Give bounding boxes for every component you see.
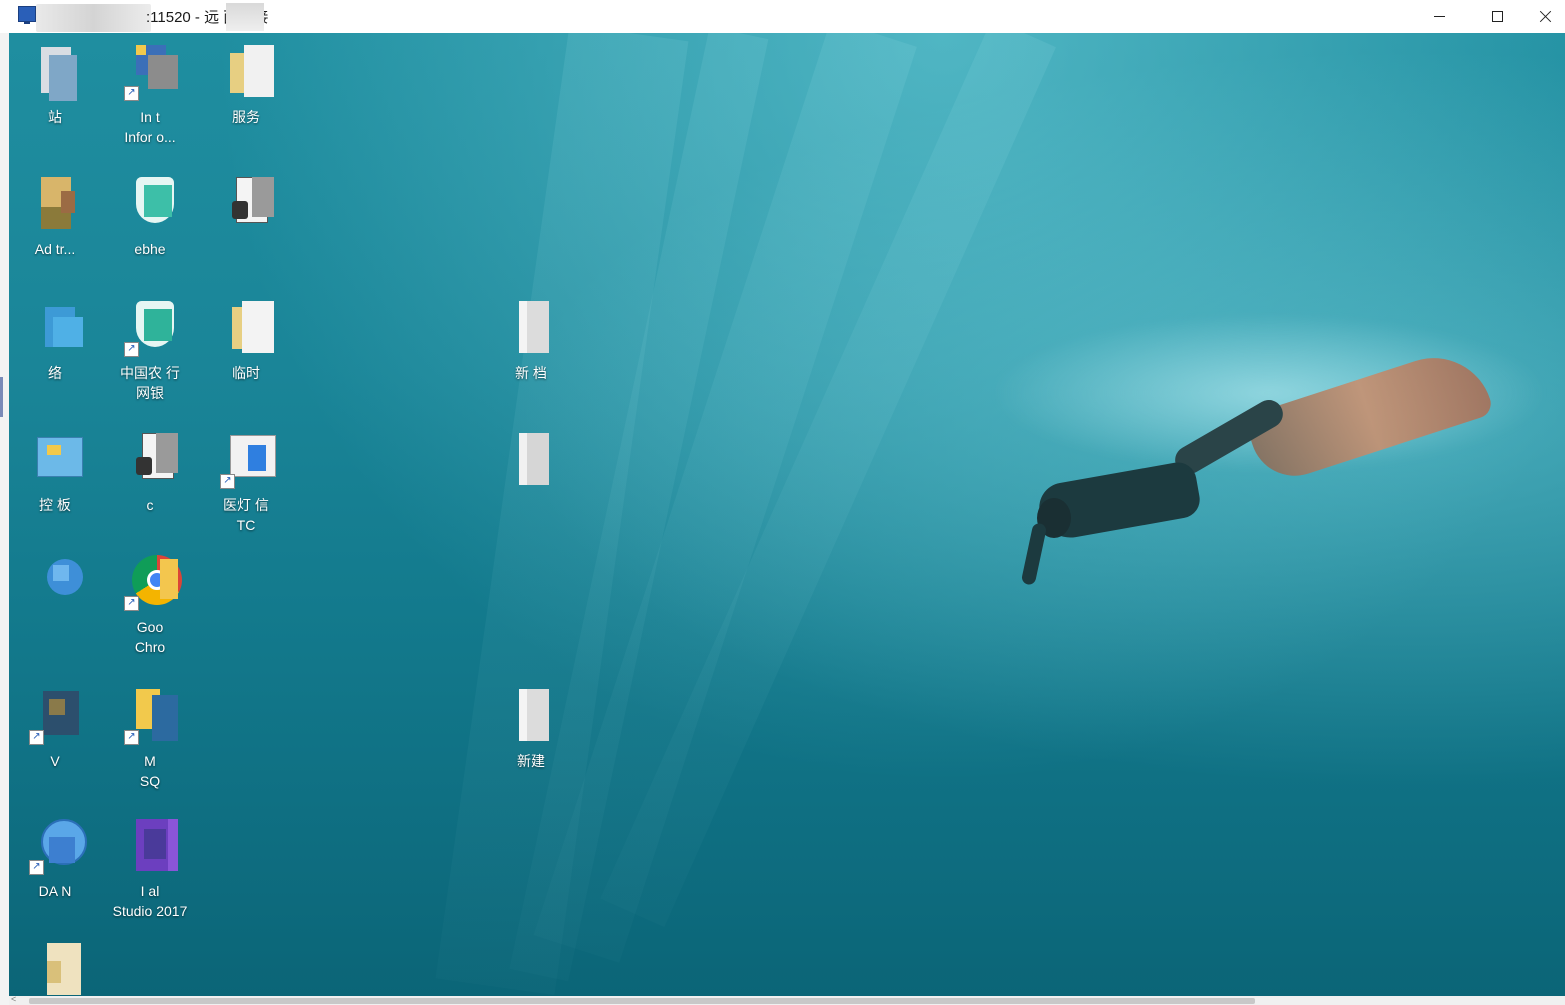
visual-studio-icon — [122, 815, 178, 875]
desktop-icon-label: I al Studio 2017 — [112, 883, 188, 919]
shortcut-arrow-icon: ↗ — [124, 86, 139, 101]
desktop-icon-label: 控 板 — [39, 497, 71, 513]
database-doc-icon — [122, 429, 178, 489]
desktop-icon-dawn[interactable]: ↗ DA N — [9, 815, 101, 901]
desktop-icon-iis-manager[interactable]: ↗ In t Infor o... — [104, 41, 196, 147]
desktop-icon-label: 站 — [48, 109, 62, 125]
desktop-icon-network-globe[interactable] — [9, 551, 101, 617]
folder-icon — [218, 297, 274, 357]
desktop-icon-label: M SQ — [139, 753, 161, 789]
user-folder-icon — [27, 939, 83, 996]
desktop-icon-new-document-2[interactable]: 新建 — [485, 685, 577, 771]
desktop-icon-service-folder[interactable]: 服务 — [200, 41, 292, 127]
recycle-bin-icon — [27, 41, 83, 101]
close-icon — [1539, 10, 1552, 23]
app-icon: ↗ — [27, 685, 83, 745]
desktop-icon-label: 中国农 行 网银 — [120, 365, 180, 401]
horizontal-scrollbar[interactable]: < — [9, 994, 1565, 1005]
desktop-icon-label: c — [146, 497, 154, 513]
network-icon — [27, 297, 83, 357]
shortcut-arrow-icon: ↗ — [29, 860, 44, 875]
maximize-button[interactable] — [1468, 0, 1526, 32]
shortcut-arrow-icon: ↗ — [29, 730, 44, 745]
database-doc-icon — [218, 173, 274, 233]
document-icon — [503, 429, 559, 489]
desktop-icon-label: 络 — [48, 365, 62, 381]
document-icon — [503, 297, 559, 357]
shield-app-icon — [122, 173, 178, 233]
remote-desktop-area[interactable]: 站 Ad tr... 络 控 板 ↗ V ↗ DA N ↗ In t Infor… — [9, 33, 1565, 996]
desktop-icon-ebhe[interactable]: ebhe — [104, 173, 196, 259]
desktop-icon-tc-app[interactable]: ↗ 医灯 信 TC — [200, 429, 292, 535]
document-icon — [503, 685, 559, 745]
window-title-bar[interactable]: :11520 - 远 面连接 — [0, 0, 1565, 34]
close-button[interactable] — [1526, 0, 1565, 32]
desktop-icon-temp-folder[interactable]: 临时 — [200, 297, 292, 383]
desktop-icon-label: V — [50, 753, 60, 769]
sql-server-icon: ↗ — [122, 685, 178, 745]
maximize-icon — [1491, 10, 1503, 22]
desktop-icon-document-2[interactable] — [485, 429, 577, 495]
desktop-icon-c-app[interactable]: c — [104, 429, 196, 515]
desktop-icon-control-panel[interactable]: 控 板 — [9, 429, 101, 515]
shortcut-arrow-icon: ↗ — [124, 730, 139, 745]
desktop-icon-network[interactable]: 络 — [9, 297, 101, 383]
app-window-icon: ↗ — [218, 429, 276, 489]
desktop-icon-v-app[interactable]: ↗ V — [9, 685, 101, 771]
desktop-icon-label: In t Infor o... — [124, 109, 176, 145]
desktop-icon-user-folder-2[interactable] — [9, 939, 101, 996]
scroll-left-arrow-icon[interactable]: < — [11, 994, 16, 1004]
desktop-icon-label: Goo Chro — [134, 619, 166, 655]
desktop-icon-recycle-bin[interactable]: 站 — [9, 41, 101, 127]
desktop-icon-google-chrome[interactable]: ↗ Goo Chro — [104, 551, 196, 657]
scrollbar-thumb[interactable] — [29, 998, 1255, 1004]
desktop-icon-label: ebhe — [134, 241, 166, 257]
desktop-icon-label: 服务 — [232, 109, 260, 125]
desktop-icon-abc-bank[interactable]: ↗ 中国农 行 网银 — [104, 297, 196, 403]
chrome-icon: ↗ — [122, 551, 182, 611]
frame-indicator — [0, 377, 3, 417]
desktop-icon-visual-studio[interactable]: I al Studio 2017 — [104, 815, 196, 921]
iis-manager-icon: ↗ — [122, 41, 178, 101]
desktop-icon-label: 新建 — [517, 753, 545, 769]
desktop-icon-label: 新 档 — [515, 365, 547, 381]
bank-shield-icon: ↗ — [122, 297, 178, 357]
desktop-icon-label: Ad tr... — [34, 241, 76, 257]
user-folder-icon — [27, 173, 83, 233]
minimize-icon — [1433, 15, 1445, 17]
globe-network-icon — [27, 551, 83, 611]
desktop-icon-label: 医灯 信 TC — [223, 497, 269, 533]
desktop-icon-sql-server[interactable]: ↗ M SQ — [104, 685, 196, 791]
shortcut-arrow-icon: ↗ — [220, 474, 235, 489]
shortcut-arrow-icon: ↗ — [124, 342, 139, 357]
diver-arm — [1020, 522, 1048, 586]
folder-icon — [218, 41, 274, 101]
minimize-button[interactable] — [1410, 0, 1468, 32]
desktop-icon-label: 临时 — [232, 365, 260, 381]
desktop-icon-new-document[interactable]: 新 档 — [485, 297, 577, 383]
remote-desktop-icon — [18, 6, 36, 24]
redacted-host — [36, 4, 151, 32]
desktop-icon-label: DA N — [38, 883, 72, 899]
redacted-title-part — [226, 3, 264, 31]
desktop-icon-database-doc[interactable] — [200, 173, 292, 239]
desktop-icon-administrator[interactable]: Ad tr... — [9, 173, 101, 259]
control-panel-icon — [27, 429, 83, 489]
shortcut-arrow-icon: ↗ — [124, 596, 139, 611]
globe-app-icon: ↗ — [27, 815, 87, 875]
